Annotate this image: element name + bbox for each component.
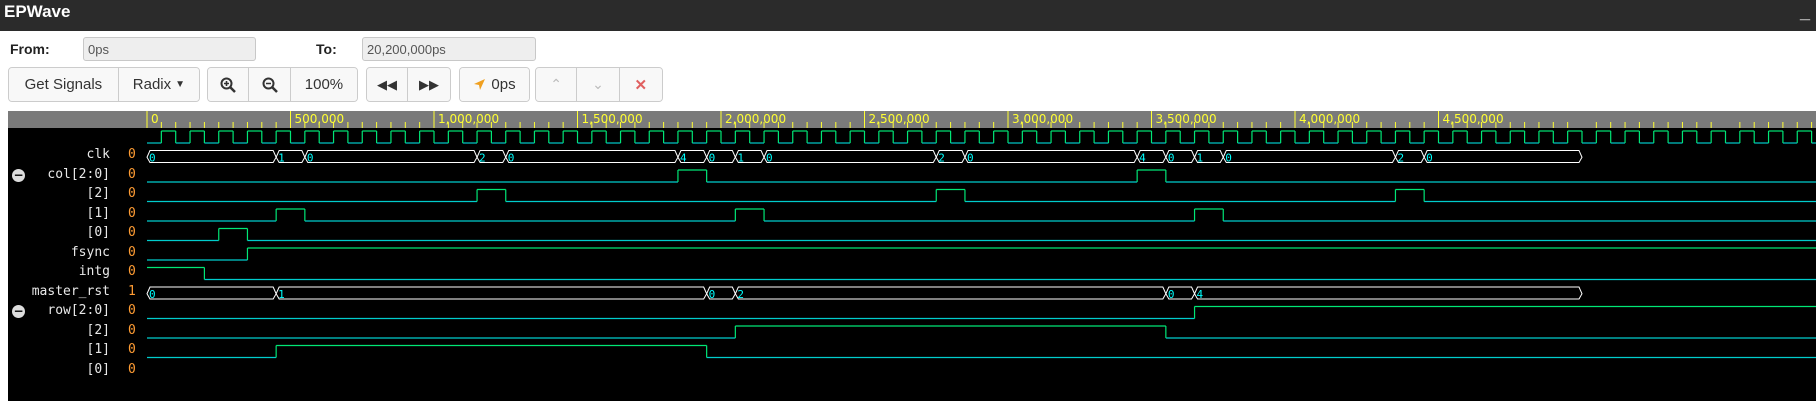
cursor-arrow-icon	[474, 79, 486, 90]
ruler-label: 4,500,000	[1443, 112, 1504, 126]
ruler-label: 2,500,000	[869, 112, 930, 126]
bus-value-label: 0	[307, 151, 314, 164]
ruler-label: 1,000,000	[438, 112, 499, 126]
waveform-plot[interactable]: 0 500,000 1,000,000 1,500,000 2,000,000 2,500…	[8, 111, 1816, 401]
bus-value-label: 4	[1197, 288, 1204, 301]
radix-label: Radix	[132, 76, 172, 93]
remove-button[interactable]: ✕	[619, 68, 662, 101]
bus-value-label: 4	[1139, 151, 1146, 164]
bus-segment[interactable]	[304, 150, 478, 163]
ruler-label: 3,500,000	[1156, 112, 1217, 126]
bus-value-label: 2	[1397, 151, 1404, 164]
zoom-level[interactable]: 100%	[290, 68, 357, 101]
bus-value-label: 0	[709, 151, 716, 164]
bus-value-label: 2	[737, 288, 744, 301]
bus-value-label: 0	[766, 151, 773, 164]
waveform-viewer[interactable]: clk 0 col[2:0] 0− [2] 0 [1] 0 [0] 0 fsync 0 intg 0 mas…	[8, 111, 1816, 401]
ruler-label: 1,500,000	[582, 112, 643, 126]
bus-value-label: 0	[1225, 151, 1232, 164]
bus-value-label: 2	[479, 151, 486, 164]
zoom-group: 100%	[207, 67, 358, 102]
close-icon: ✕	[634, 76, 648, 94]
bus-segment[interactable]	[1423, 150, 1583, 163]
bus-value-label: 1	[278, 151, 285, 164]
radix-dropdown[interactable]: Radix ▼	[118, 68, 199, 101]
navigate-group: ◀◀ ▶▶	[366, 67, 451, 102]
bus-value-label: 0	[1426, 151, 1433, 164]
minimize-icon[interactable]: _	[1800, 2, 1810, 23]
app-title: EPWave	[4, 2, 71, 21]
bus-segment[interactable]	[1193, 286, 1583, 300]
ruler-label: 4,000,000	[1299, 112, 1360, 126]
bus-value-label: 1	[278, 288, 285, 301]
to-input[interactable]	[362, 37, 536, 61]
move-up-button[interactable]: ⌃	[536, 68, 578, 101]
cursor-group: 0ps	[459, 67, 530, 102]
caret-down-icon: ▼	[175, 79, 186, 90]
fast-forward-icon: ▶▶	[419, 76, 440, 92]
zoom-in-button[interactable]	[208, 68, 250, 101]
from-input[interactable]	[83, 37, 256, 61]
bus-segment[interactable]	[734, 286, 1167, 300]
bus-value-label: 1	[1197, 151, 1204, 164]
step-back-button[interactable]: ◀◀	[367, 68, 409, 101]
bus-value-label: 4	[680, 151, 687, 164]
bus-value-label: 0	[967, 151, 974, 164]
signals-radix-group: Get Signals Radix ▼	[8, 67, 200, 102]
bus-value-label: 0	[1168, 288, 1175, 301]
get-signals-button[interactable]: Get Signals	[9, 68, 119, 101]
bus-value-label: 0	[149, 151, 156, 164]
move-down-button[interactable]: ⌄	[577, 68, 620, 101]
get-signals-label: Get Signals	[24, 76, 103, 93]
title-bar: EPWave _	[0, 0, 1816, 31]
zoom-in-icon	[220, 77, 237, 93]
bus-value-label: 0	[508, 151, 515, 164]
cursor-time-button[interactable]: 0ps	[460, 68, 529, 101]
bus-segment[interactable]	[964, 150, 1138, 163]
fast-backward-icon: ◀◀	[377, 76, 398, 92]
bus-segment[interactable]	[146, 286, 277, 300]
ruler-label: 3,000,000	[1012, 112, 1073, 126]
from-label: From:	[10, 41, 50, 57]
step-forward-button[interactable]: ▶▶	[408, 68, 450, 101]
bus-value-label: 1	[737, 151, 744, 164]
chevron-up-icon: ⌃	[550, 76, 563, 92]
cursor-time-label: 0ps	[491, 76, 516, 93]
bus-value-label: 0	[1168, 151, 1175, 164]
zoom-out-button[interactable]	[249, 68, 291, 101]
to-label: To:	[316, 41, 337, 57]
bus-value-label: 0	[149, 288, 156, 301]
bus-segment[interactable]	[275, 286, 708, 300]
bus-segment[interactable]	[505, 150, 679, 163]
ruler-label: 0	[151, 112, 159, 126]
bus-value-label: 2	[938, 151, 945, 164]
bus-value-label: 0	[709, 288, 716, 301]
bus-segment[interactable]	[1222, 150, 1397, 163]
bus-segment[interactable]	[146, 150, 277, 163]
bus-segment[interactable]	[763, 150, 937, 163]
ruler-label: 2,000,000	[725, 112, 786, 126]
chevron-down-icon: ⌄	[592, 76, 604, 92]
zoom-out-icon	[262, 77, 278, 93]
signal-order-group: ⌃ ⌄ ✕	[535, 67, 663, 102]
